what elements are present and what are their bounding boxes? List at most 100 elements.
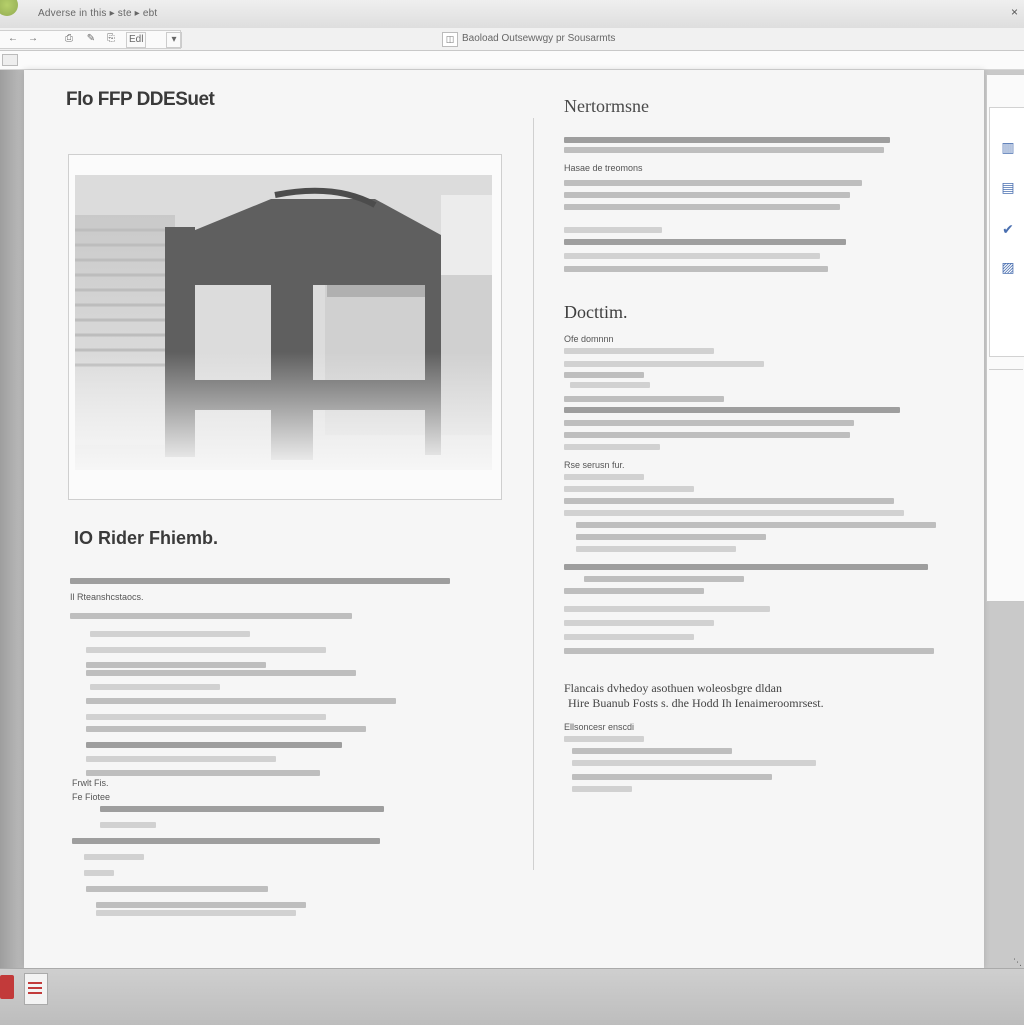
subheading-label: Frwlt Fis. [72, 778, 109, 788]
text-line [86, 886, 268, 892]
text-line [564, 192, 850, 198]
section-heading-documents: Docttim. [564, 302, 628, 322]
page-icon: ◫ [442, 32, 458, 47]
text-line [86, 698, 396, 704]
text-line [70, 578, 450, 584]
left-margin-shade [0, 70, 24, 968]
edit-icon[interactable]: ✎ [84, 32, 98, 46]
text-line [564, 588, 704, 594]
text-line [564, 486, 694, 492]
text-line [564, 510, 904, 516]
text-line [564, 498, 894, 504]
text-line [100, 806, 384, 812]
text-line [84, 870, 114, 876]
text-line [86, 756, 276, 762]
app-logo-icon [0, 0, 18, 16]
side-panel-lower [989, 369, 1023, 598]
text-line [86, 714, 326, 720]
toolbar: ← → ⎙ ✎ ⎘ Edl ▾ ◫ Baoload Outsewwgy pr S… [0, 28, 1024, 51]
text-line [90, 631, 250, 637]
text-line [72, 838, 380, 844]
text-line [86, 770, 320, 776]
image-icon[interactable]: ▤ [1000, 178, 1016, 196]
text-line [564, 253, 820, 259]
text-line [576, 546, 736, 552]
text-line [86, 647, 326, 653]
text-line [100, 822, 156, 828]
side-panel: ▥ ▤ ✔ ▨ [986, 74, 1024, 602]
text-line [564, 227, 662, 233]
edit-button[interactable]: Edl [126, 32, 147, 48]
text-line [86, 670, 356, 676]
text-line [564, 407, 900, 413]
text-line [564, 444, 660, 450]
text-line [572, 760, 816, 766]
subheading-label: Rse serusn fur. [564, 460, 625, 470]
text-line [564, 736, 644, 742]
subheading-label: Il Rteanshcstaocs. [70, 592, 144, 602]
subheading-label: Fe Fiotee [72, 792, 111, 802]
ruler-corner-icon[interactable] [2, 54, 18, 66]
text-line [564, 180, 862, 186]
text-line [564, 204, 840, 210]
text-line [572, 774, 772, 780]
resize-grip-icon[interactable]: ⋱ [1013, 957, 1022, 968]
text-line [564, 147, 884, 153]
back-icon[interactable]: ← [6, 32, 20, 46]
copy-icon[interactable]: ⎘ [104, 32, 118, 46]
photo-illustration [75, 175, 492, 470]
text-line [70, 613, 352, 619]
picture-icon[interactable]: ▨ [1000, 258, 1016, 276]
text-line [564, 137, 890, 143]
section-heading-performance: Nertormsne [564, 96, 649, 116]
text-line [96, 902, 306, 908]
text-line [84, 854, 144, 860]
section-heading-summary: Flancais dvhedoy asothuen woleosbgre dld… [564, 681, 824, 711]
text-line [564, 239, 846, 245]
text-line [96, 910, 296, 916]
text-line [576, 522, 936, 528]
thumbnail-list: ▥ ▤ ✔ ▨ [989, 107, 1024, 357]
text-line [564, 266, 828, 272]
document-app-icon[interactable] [24, 973, 48, 1005]
text-line [564, 396, 724, 402]
text-line [576, 534, 766, 540]
document-chart-icon[interactable]: ▥ [1000, 138, 1016, 156]
window-title: Adverse in this ▸ ste ▸ ebt [38, 8, 158, 19]
app-launcher-icon[interactable] [0, 975, 14, 999]
text-line [564, 372, 644, 378]
column-divider [533, 118, 534, 870]
subheading-label: Ellsoncesr enscdi [564, 722, 635, 732]
text-line [564, 361, 764, 367]
close-icon[interactable]: × [1011, 5, 1018, 19]
title-bar: Adverse in this ▸ ste ▸ ebt × [0, 0, 1024, 29]
forward-icon[interactable]: → [26, 32, 40, 46]
image-frame [68, 154, 502, 500]
dropdown-chevron-icon[interactable]: ▾ [166, 32, 182, 48]
subheading-label: Hasae de treomons [564, 163, 643, 173]
furniture-photo [75, 175, 492, 470]
text-line [564, 606, 770, 612]
check-chart-icon[interactable]: ✔ [1000, 220, 1016, 238]
text-line [572, 748, 732, 754]
subheading-label: Ofe domnnn [564, 334, 614, 344]
text-line [564, 648, 934, 654]
text-line [564, 620, 714, 626]
taskbar: ⋱ [0, 957, 1024, 1025]
text-line [564, 420, 854, 426]
text-line [584, 576, 744, 582]
section-heading: IO Rider Fhiemb. [74, 528, 219, 548]
text-line [564, 634, 694, 640]
text-line [86, 726, 366, 732]
text-line [572, 786, 632, 792]
text-line [564, 348, 714, 354]
text-line [564, 564, 928, 570]
toolbar-button-group: ← → ⎙ ✎ ⎘ Edl ▾ [0, 30, 182, 49]
text-line [564, 474, 644, 480]
text-line [86, 662, 266, 668]
document-page: Flo FFP DDESuet IO Rider Fhiemb. Il Rtea… [24, 70, 984, 968]
document-title: Flo FFP DDESuet [66, 89, 215, 110]
print-icon[interactable]: ⎙ [62, 32, 76, 46]
address-field[interactable]: Baoload Outsewwgy pr Sousarmts [462, 32, 1002, 45]
text-line [86, 742, 342, 748]
